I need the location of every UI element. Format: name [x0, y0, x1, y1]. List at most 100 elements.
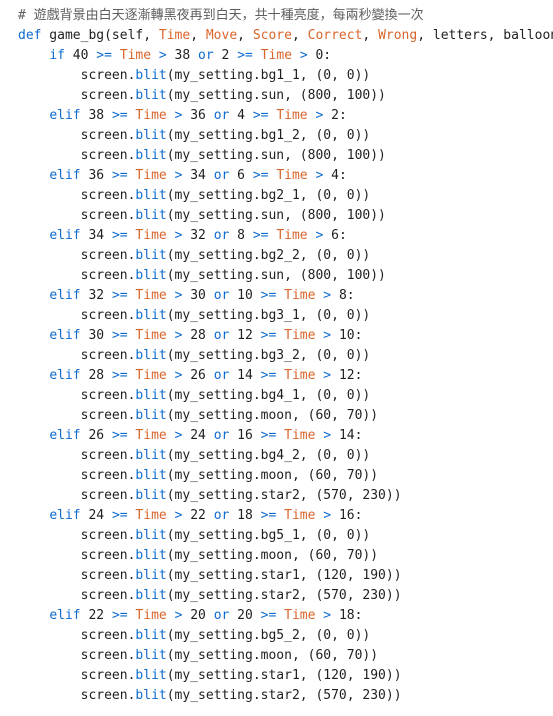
- code-token-name: screen.: [80, 348, 136, 363]
- code-token-param: Time: [135, 608, 167, 623]
- code-line: elif 32 >= Time > 30 or 10 >= Time > 8:: [0, 286, 553, 306]
- code-token-number: 8:: [331, 288, 355, 303]
- code-token-builtin: blit: [135, 148, 167, 163]
- code-token-keyword: or: [213, 508, 230, 523]
- code-token-builtin: blit: [135, 588, 167, 603]
- code-token-builtin: blit: [135, 88, 167, 103]
- code-token-keyword: elif: [49, 428, 81, 443]
- code-token-name: (my_setting.sun, (800, 100)): [166, 148, 386, 163]
- code-token-name: screen.: [80, 568, 136, 583]
- code-token-punc: ,: [237, 28, 253, 43]
- code-token-builtin: blit: [135, 448, 167, 463]
- code-token-param: Time: [284, 288, 316, 303]
- code-token-number: 2: [213, 48, 238, 63]
- code-line: screen.blit(my_setting.bg3_2, (0, 0)): [0, 346, 553, 366]
- code-token-punc: [167, 428, 175, 443]
- code-token-param: Time: [284, 328, 316, 343]
- code-token-number: 30: [80, 328, 112, 343]
- code-line: screen.blit(my_setting.star2, (570, 230)…: [0, 686, 553, 706]
- code-token-keyword: or: [213, 428, 230, 443]
- code-line: screen.blit(my_setting.bg1_2, (0, 0)): [0, 126, 553, 146]
- code-token-param: Time: [158, 28, 191, 43]
- code-token-op: >: [323, 288, 332, 303]
- code-line: elif 34 >= Time > 32 or 8 >= Time > 6:: [0, 226, 553, 246]
- code-line: screen.blit(my_setting.star1, (120, 190)…: [0, 566, 553, 586]
- code-token-number: 4: [229, 108, 253, 123]
- code-token-punc: [167, 508, 175, 523]
- code-token-op: >=: [260, 328, 277, 343]
- code-token-number: 6:: [323, 228, 347, 243]
- code-token-number: 32: [182, 228, 214, 243]
- code-token-punc: ,: [190, 28, 206, 43]
- code-token-builtin: blit: [135, 548, 167, 563]
- code-token-name: (my_setting.sun, (800, 100)): [166, 88, 386, 103]
- code-token-op: >=: [111, 168, 128, 183]
- code-token-param: Time: [135, 228, 167, 243]
- code-token-param: Time: [135, 508, 167, 523]
- code-token-op: >=: [252, 168, 269, 183]
- code-token-punc: [276, 508, 284, 523]
- code-line: screen.blit(my_setting.sun, (800, 100)): [0, 266, 553, 286]
- code-token-number: 16:: [331, 508, 363, 523]
- code-line: elif 36 >= Time > 34 or 6 >= Time > 4:: [0, 166, 553, 186]
- code-token-builtin: blit: [135, 308, 167, 323]
- code-token-param: Time: [260, 48, 292, 63]
- code-line: screen.blit(my_setting.bg5_2, (0, 0)): [0, 626, 553, 646]
- code-token-builtin: blit: [135, 348, 167, 363]
- code-token-builtin: blit: [135, 488, 167, 503]
- code-line: screen.blit(my_setting.star1, (120, 190)…: [0, 666, 553, 686]
- code-token-punc: [292, 48, 300, 63]
- code-token-param: Time: [135, 428, 167, 443]
- code-token-number: 20: [182, 608, 214, 623]
- code-token-name: (my_setting.bg5_1, (0, 0)): [166, 528, 371, 543]
- code-token-name: screen.: [80, 668, 136, 683]
- code-token-name: screen.: [80, 688, 136, 703]
- code-token-keyword: elif: [49, 108, 81, 123]
- code-token-name: (my_setting.star2, (570, 230)): [166, 588, 402, 603]
- code-line: def game_bg(self, Time, Move, Score, Cor…: [0, 26, 553, 46]
- code-line: screen.blit(my_setting.bg5_1, (0, 0)): [0, 526, 553, 546]
- code-token-name: (my_setting.bg3_2, (0, 0)): [166, 348, 371, 363]
- code-token-op: >=: [111, 288, 128, 303]
- code-token-punc: [276, 368, 284, 383]
- code-token-name: (my_setting.moon, (60, 70)): [166, 408, 379, 423]
- code-token-name: screen.: [80, 648, 136, 663]
- code-token-punc: [167, 328, 175, 343]
- code-line: screen.blit(my_setting.moon, (60, 70)): [0, 466, 553, 486]
- code-token-op: >=: [260, 368, 277, 383]
- code-token-number: 18: [229, 508, 261, 523]
- code-line: screen.blit(my_setting.star2, (570, 230)…: [0, 486, 553, 506]
- code-token-op: >: [323, 608, 332, 623]
- code-line: elif 26 >= Time > 24 or 16 >= Time > 14:: [0, 426, 553, 446]
- code-token-number: 24: [80, 508, 112, 523]
- code-token-name: screen.: [80, 88, 136, 103]
- code-token-param: Time: [135, 288, 167, 303]
- code-token-keyword: elif: [49, 328, 81, 343]
- code-line: elif 38 >= Time > 36 or 4 >= Time > 2:: [0, 106, 553, 126]
- code-line: elif 30 >= Time > 28 or 12 >= Time > 10:: [0, 326, 553, 346]
- code-token-name: (my_setting.bg4_1, (0, 0)): [166, 388, 371, 403]
- code-token-param: Time: [135, 368, 167, 383]
- code-token-punc: ,: [291, 28, 308, 43]
- code-token-op: >=: [111, 228, 128, 243]
- code-token-punc: [167, 168, 175, 183]
- code-token-keyword: or: [213, 288, 230, 303]
- code-token-comment: # 遊戲背景由白天逐漸轉黑夜再到白天，共十種亮度，每兩秒變換一次: [18, 8, 424, 23]
- code-token-keyword: or: [213, 228, 230, 243]
- code-token-keyword: def: [18, 28, 42, 43]
- code-token-number: 26: [80, 428, 112, 443]
- code-token-builtin: blit: [135, 668, 167, 683]
- code-token-name: (my_setting.bg5_2, (0, 0)): [166, 628, 371, 643]
- code-line: # 遊戲背景由白天逐漸轉黑夜再到白天，共十種亮度，每兩秒變換一次: [0, 6, 553, 26]
- code-token-name: screen.: [80, 68, 136, 83]
- code-token-number: 36: [182, 108, 214, 123]
- code-token-param: Score: [252, 28, 292, 43]
